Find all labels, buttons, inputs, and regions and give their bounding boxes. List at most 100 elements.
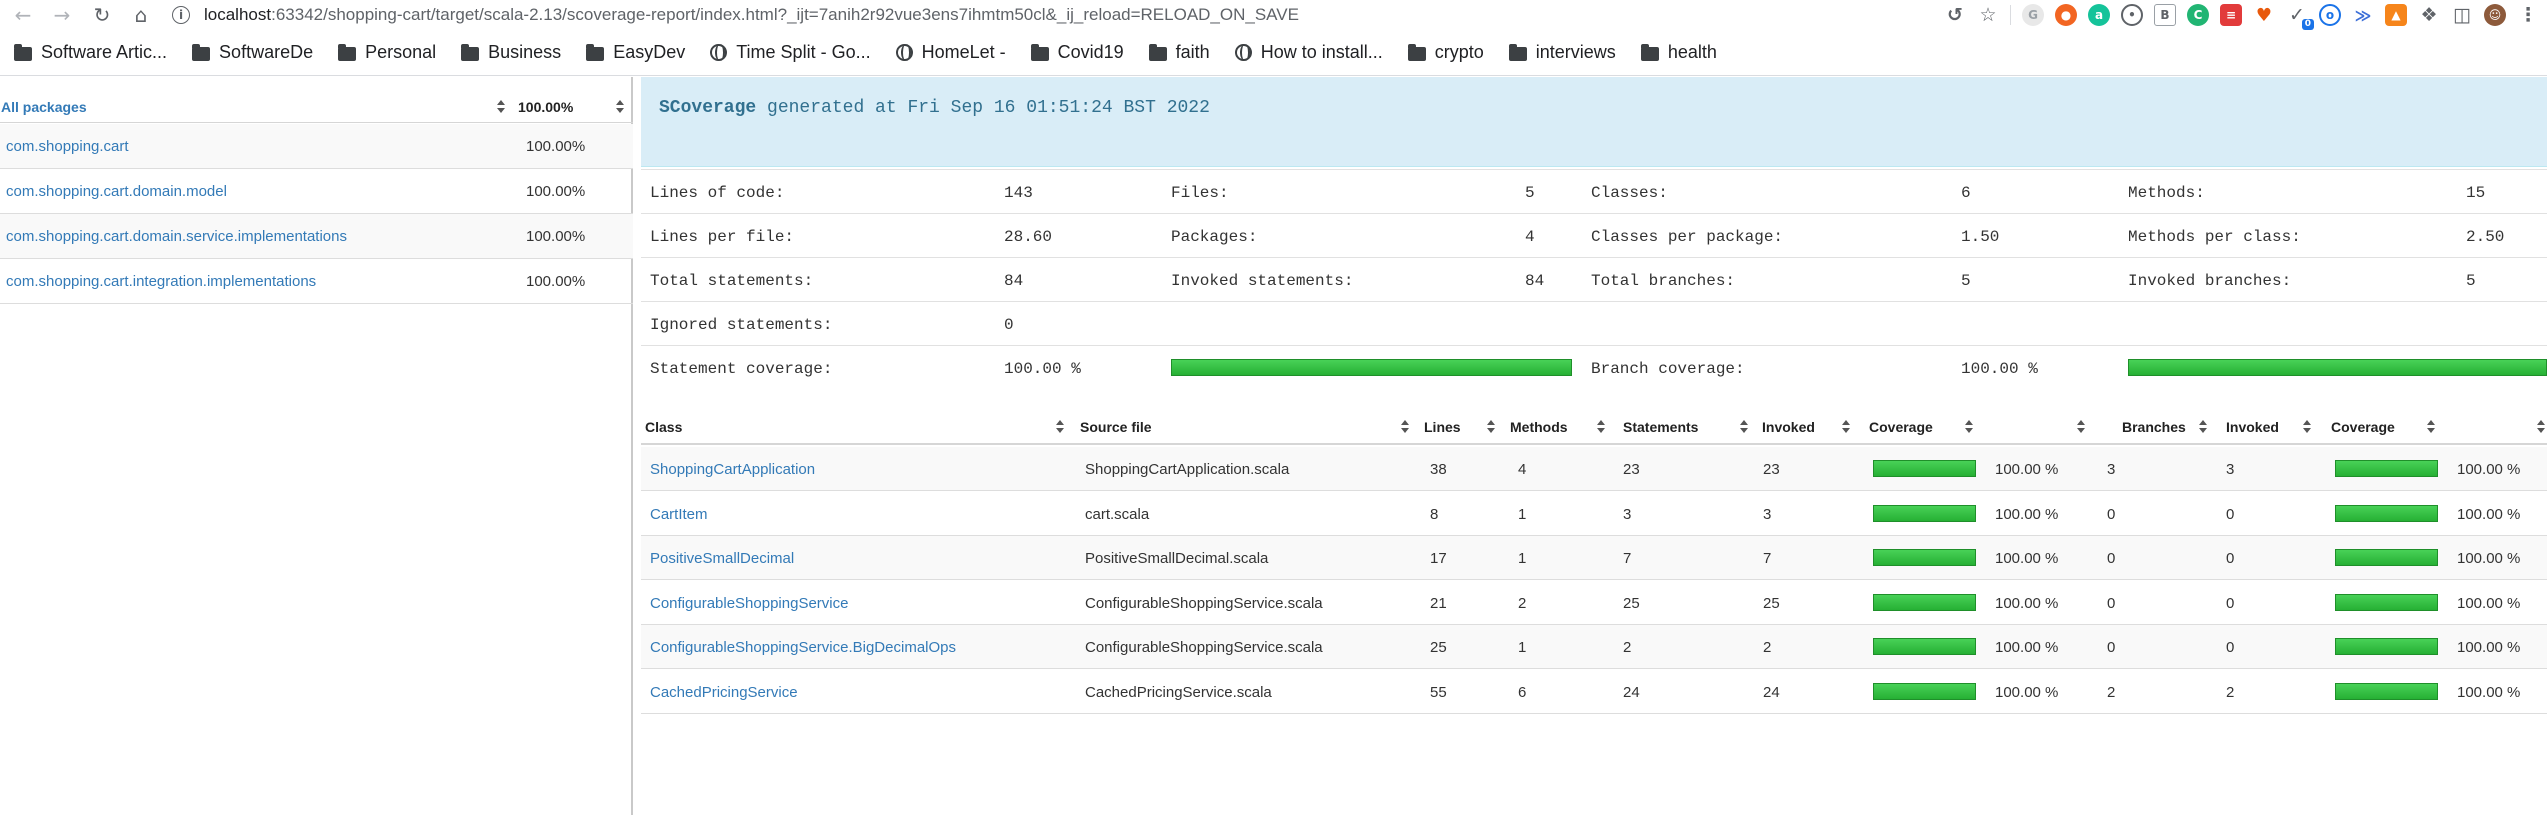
class-link[interactable]: ConfigurableShoppingService <box>650 595 848 612</box>
branch-coverage-bar <box>2335 682 2438 700</box>
branch-coverage-bar <box>2335 638 2438 655</box>
bookmark-item[interactable]: Business <box>461 42 561 63</box>
sort-icon[interactable] <box>2427 420 2435 434</box>
package-link[interactable]: com.shopping.cart.domain.service.impleme… <box>6 228 347 245</box>
bookmark-item[interactable]: crypto <box>1407 42 1484 63</box>
branches-invoked-count: 0 <box>2226 594 2235 612</box>
statement-coverage-bar <box>1873 682 1976 700</box>
sort-icon[interactable] <box>497 100 505 114</box>
bookmark-label: EasyDev <box>613 42 686 62</box>
bookmark-item[interactable]: health <box>1640 42 1717 63</box>
bookmark-item[interactable]: Covid19 <box>1030 42 1124 63</box>
package-link[interactable]: com.shopping.cart.integration.implementa… <box>6 273 316 290</box>
reader-extension-icon[interactable]: B <box>2154 4 2176 26</box>
menu-kebab-icon[interactable]: ⋮ <box>2517 4 2539 26</box>
all-packages-link[interactable]: All packages <box>1 99 87 115</box>
stats-row: Total statements: 84 Invoked statements:… <box>641 257 2547 301</box>
class-link[interactable]: PositiveSmallDecimal <box>650 550 794 567</box>
url-text[interactable]: localhost:63342/shopping-cart/target/sca… <box>204 5 1299 25</box>
bookmark-item[interactable]: Software Artic... <box>14 42 167 63</box>
sort-icon[interactable] <box>1965 420 1973 434</box>
bookmark-item[interactable]: faith <box>1148 42 1210 63</box>
extension-orange-icon[interactable]: ● <box>2055 4 2077 26</box>
side-panel-icon[interactable]: ◫ <box>2451 4 2473 26</box>
statement-coverage-bar <box>1873 593 1976 611</box>
col-branches[interactable]: Branches <box>2122 419 2186 435</box>
site-info-icon[interactable]: i <box>172 6 190 24</box>
sort-icon[interactable] <box>1487 420 1495 434</box>
extension-ring-icon[interactable]: • <box>2121 4 2143 26</box>
branches-count: 0 <box>2107 550 2116 567</box>
branch-coverage-value: 100.00 % <box>2457 594 2521 612</box>
sort-icon[interactable] <box>1740 420 1748 434</box>
methods-count: 2 <box>1518 594 1527 612</box>
sort-icon[interactable] <box>2199 420 2207 434</box>
folder-icon <box>14 43 32 61</box>
bookmark-item[interactable]: Personal <box>338 42 436 63</box>
sort-icon[interactable] <box>1842 420 1850 434</box>
report-brand: SCoverage <box>659 98 757 118</box>
col-branches-invoked[interactable]: Invoked <box>2226 419 2279 435</box>
sort-icon[interactable] <box>1401 420 1409 434</box>
bookmark-item[interactable]: Time Split - Go... <box>710 42 871 63</box>
metamask-fox-icon[interactable]: ▲ <box>2385 4 2407 26</box>
col-coverage[interactable]: Coverage <box>1869 419 1933 435</box>
stat-value: 2.50 <box>2466 228 2505 246</box>
col-branch-coverage[interactable]: Coverage <box>2331 419 2395 435</box>
sort-icon[interactable] <box>2303 420 2311 434</box>
stats-row: Statement coverage: 100.00 % Branch cove… <box>641 345 2547 389</box>
extension-pen-icon[interactable]: ✓ 0 <box>2286 4 2314 30</box>
class-link[interactable]: CartItem <box>650 506 708 523</box>
col-source-file[interactable]: Source file <box>1080 419 1152 435</box>
class-link[interactable]: CachedPricingService <box>650 684 798 701</box>
bookmark-star-icon[interactable]: ☆ <box>1977 4 1999 26</box>
sort-icon[interactable] <box>2077 420 2085 434</box>
statement-coverage-fill <box>1172 360 1571 375</box>
class-link[interactable]: ShoppingCartApplication <box>650 461 815 478</box>
sort-icon[interactable] <box>2537 420 2545 434</box>
bookmark-label: SoftwareDe <box>219 42 314 62</box>
col-statements[interactable]: Statements <box>1623 419 1698 435</box>
extension-blue-icon[interactable]: o <box>2319 4 2341 26</box>
col-methods[interactable]: Methods <box>1510 419 1568 435</box>
back-arrow-icon[interactable]: ← <box>4 0 42 30</box>
grammarly-extension-icon[interactable]: a <box>2088 4 2110 26</box>
bookmark-item[interactable]: How to install... <box>1234 42 1383 63</box>
statement-coverage-bar <box>1873 460 1976 477</box>
extension-chevrons-icon[interactable]: ≫ <box>2352 4 2374 26</box>
invoked-count: 7 <box>1763 550 1772 567</box>
share-icon[interactable]: ↺ <box>1944 4 1966 26</box>
col-invoked[interactable]: Invoked <box>1762 419 1815 435</box>
sort-icon[interactable] <box>616 100 624 114</box>
folder-icon <box>338 43 357 61</box>
reload-icon[interactable]: ↻ <box>83 0 121 30</box>
class-link[interactable]: ConfigurableShoppingService.BigDecimalOp… <box>650 639 956 656</box>
forward-arrow-icon[interactable]: → <box>43 0 81 30</box>
bookmark-item[interactable]: interviews <box>1508 42 1616 63</box>
google-extension-icon[interactable]: G <box>2022 4 2044 26</box>
packages-coverage-header[interactable]: 100.00% <box>518 99 573 115</box>
branch-coverage-value: 100.00 % <box>2457 550 2521 567</box>
bookmark-item[interactable]: SoftwareDe <box>192 42 313 63</box>
branch-coverage-fill <box>2336 594 2437 610</box>
stat-value: 84 <box>1525 272 1545 290</box>
bookmark-item[interactable]: HomeLet - <box>895 42 1006 63</box>
stat-label: Classes: <box>1591 184 1668 202</box>
extension-red-icon[interactable]: ≡ <box>2220 4 2242 26</box>
package-link[interactable]: com.shopping.cart <box>6 138 129 155</box>
sort-icon[interactable] <box>1056 420 1064 434</box>
branch-coverage-bar <box>2335 460 2438 477</box>
sort-icon[interactable] <box>1597 420 1605 434</box>
col-class[interactable]: Class <box>645 419 682 435</box>
extension-green-icon[interactable]: C <box>2187 4 2209 26</box>
home-icon[interactable]: ⌂ <box>122 0 160 30</box>
stat-label: Total statements: <box>650 272 814 290</box>
statements-count: 24 <box>1623 683 1640 701</box>
address-bar[interactable]: i localhost:63342/shopping-cart/target/s… <box>172 2 1299 28</box>
extensions-puzzle-icon[interactable]: ❖ <box>2418 4 2440 26</box>
package-link[interactable]: com.shopping.cart.domain.model <box>6 183 227 200</box>
profile-avatar[interactable]: ☺ <box>2484 4 2506 26</box>
bookmark-item[interactable]: EasyDev <box>586 42 685 63</box>
heart-extension-icon[interactable]: ♥ <box>2253 4 2275 26</box>
col-lines[interactable]: Lines <box>1424 419 1461 435</box>
